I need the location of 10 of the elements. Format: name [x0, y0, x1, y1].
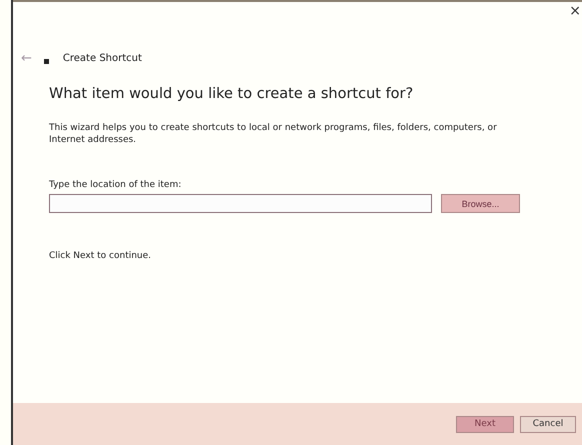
hint-text: Click Next to continue.: [49, 251, 152, 261]
location-field[interactable]: [49, 194, 432, 213]
description: This wizard helps you to create shortcuts to local or network programs, files, folders, computers, or Internet addresses.: [49, 122, 498, 146]
cancel-button[interactable]: Cancel: [520, 416, 576, 432]
wizard-title: Create Shortcut: [62, 52, 142, 64]
browse-button[interactable]: Browse...: [441, 194, 520, 213]
heading: What item would you like to create a shortcut for?: [49, 86, 414, 102]
field-label: Type the location of the item:: [49, 180, 182, 190]
close-button[interactable]: ×: [569, 2, 581, 22]
shortcut-icon: [44, 58, 49, 64]
